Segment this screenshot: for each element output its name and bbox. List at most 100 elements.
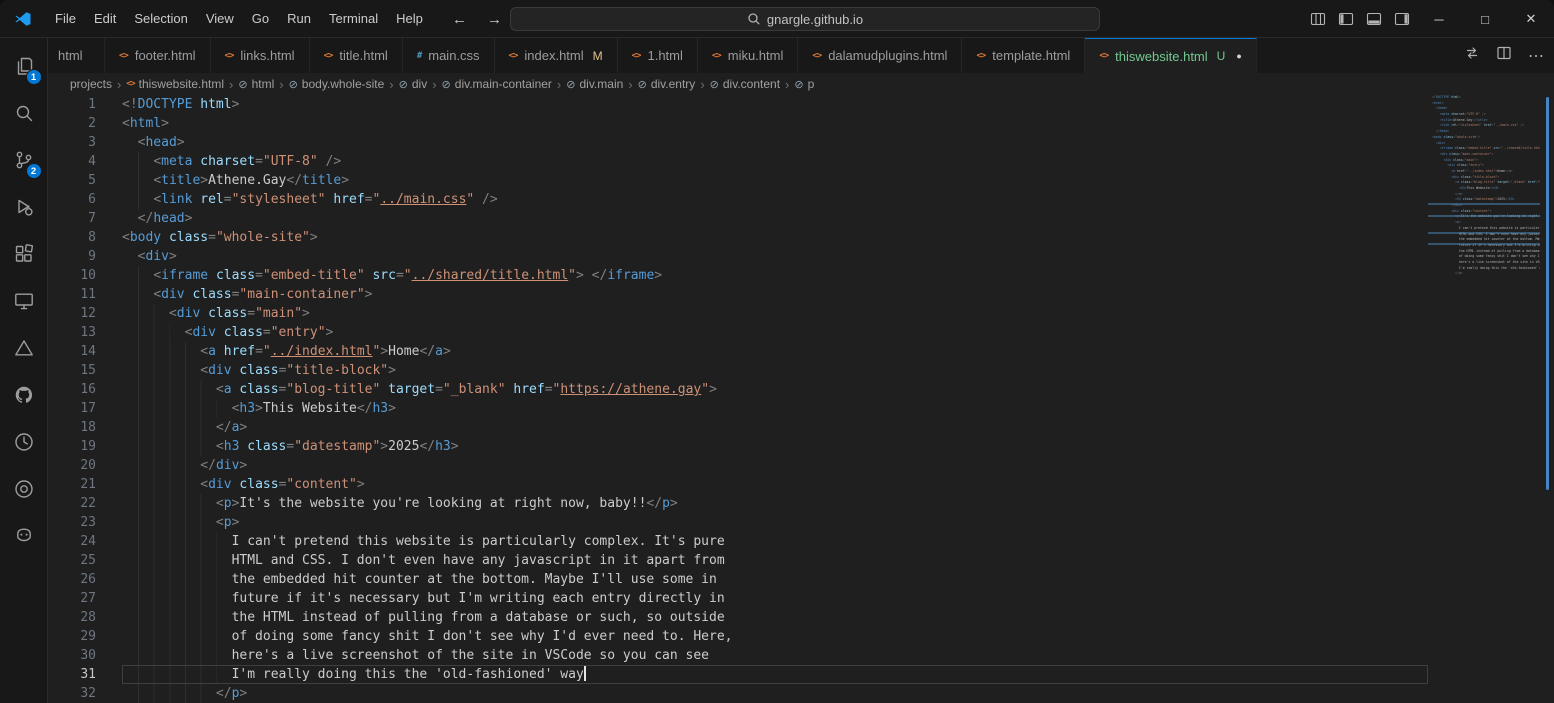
activity-source-control-icon[interactable]: 2 [0, 136, 48, 183]
tab-main.css[interactable]: #main.css [403, 38, 495, 73]
tab-title.html[interactable]: <>title.html [310, 38, 403, 73]
code-line-11[interactable]: <div class="main-container"> [122, 285, 1428, 304]
code-line-3[interactable]: <head> [122, 133, 1428, 152]
menu-help[interactable]: Help [387, 6, 432, 32]
code-line-27[interactable]: future if it's necessary but I'm writing… [122, 589, 1428, 608]
line-number[interactable]: 1 [48, 95, 122, 114]
tab-html[interactable]: html [48, 38, 105, 73]
editor[interactable]: 1234567891011121314151617181920212223242… [48, 95, 1554, 703]
line-number[interactable]: 23 [48, 513, 122, 532]
line-number[interactable]: 4 [48, 152, 122, 171]
code-line-12[interactable]: <div class="main"> [122, 304, 1428, 323]
close-button[interactable]: ✕ [1508, 0, 1554, 38]
code-line-8[interactable]: <body class="whole-site"> [122, 228, 1428, 247]
tab-links.html[interactable]: <>links.html [211, 38, 310, 73]
line-number[interactable]: 18 [48, 418, 122, 437]
activity-remote-explorer-icon[interactable] [0, 277, 48, 324]
activity-extensions-icon[interactable] [0, 230, 48, 277]
line-number[interactable]: 26 [48, 570, 122, 589]
breadcrumb-item-thiswebsite-html[interactable]: <>thiswebsite.html [126, 77, 224, 91]
breadcrumb-item-div-content[interactable]: ⊘div.content [710, 77, 780, 91]
line-number[interactable]: 6 [48, 190, 122, 209]
code-line-19[interactable]: <h3 class="datestamp">2025</h3> [122, 437, 1428, 456]
breadcrumb-item-div[interactable]: ⊘div [399, 77, 428, 91]
code-line-1[interactable]: <!DOCTYPE html> [122, 95, 1428, 114]
line-number[interactable]: 15 [48, 361, 122, 380]
menu-go[interactable]: Go [243, 6, 278, 32]
code-line-28[interactable]: the HTML instead of pulling from a datab… [122, 608, 1428, 627]
code-line-7[interactable]: </head> [122, 209, 1428, 228]
tab-thiswebsite.html[interactable]: <>thiswebsite.htmlU● [1085, 38, 1256, 73]
code-line-20[interactable]: </div> [122, 456, 1428, 475]
line-number[interactable]: 3 [48, 133, 122, 152]
split-editor-icon[interactable] [1496, 45, 1512, 66]
line-number[interactable]: 7 [48, 209, 122, 228]
line-number[interactable]: 9 [48, 247, 122, 266]
code-line-10[interactable]: <iframe class="embed-title" src="../shar… [122, 266, 1428, 285]
code-line-31[interactable]: I'm really doing this the 'old-fashioned… [122, 665, 1428, 684]
line-number[interactable]: 10 [48, 266, 122, 285]
line-number[interactable]: 21 [48, 475, 122, 494]
code-line-15[interactable]: <div class="title-block"> [122, 361, 1428, 380]
breadcrumb-item-div-entry[interactable]: ⊘div.entry [638, 77, 696, 91]
code-line-24[interactable]: I can't pretend this website is particul… [122, 532, 1428, 551]
tab-footer.html[interactable]: <>footer.html [105, 38, 211, 73]
line-number[interactable]: 29 [48, 627, 122, 646]
code-line-2[interactable]: <html> [122, 114, 1428, 133]
more-actions-icon[interactable]: ⋯ [1528, 46, 1544, 66]
tab-index.html[interactable]: <>index.htmlM [495, 38, 618, 73]
line-number[interactable]: 24 [48, 532, 122, 551]
code-area[interactable]: <!DOCTYPE html><html> <head> <meta chars… [122, 95, 1428, 703]
code-line-17[interactable]: <h3>This Website</h3> [122, 399, 1428, 418]
line-number[interactable]: 32 [48, 684, 122, 703]
line-number[interactable]: 5 [48, 171, 122, 190]
code-line-4[interactable]: <meta charset="UTF-8" /> [122, 152, 1428, 171]
maximize-button[interactable]: □ [1462, 0, 1508, 38]
code-line-26[interactable]: the embedded hit counter at the bottom. … [122, 570, 1428, 589]
line-number[interactable]: 19 [48, 437, 122, 456]
line-number[interactable]: 2 [48, 114, 122, 133]
breadcrumb-item-div-main[interactable]: ⊘div.main [566, 77, 623, 91]
activity-search-icon[interactable] [0, 89, 48, 136]
line-number[interactable]: 11 [48, 285, 122, 304]
menu-file[interactable]: File [46, 6, 85, 32]
line-number[interactable]: 31 [48, 665, 122, 684]
code-line-6[interactable]: <link rel="stylesheet" href="../main.css… [122, 190, 1428, 209]
tab-1.html[interactable]: <>1.html [618, 38, 698, 73]
breadcrumb-item-p[interactable]: ⊘p [794, 77, 814, 91]
open-changes-icon[interactable] [1464, 45, 1480, 66]
layout-columns-icon[interactable] [1304, 0, 1332, 38]
code-line-5[interactable]: <title>Athene.Gay</title> [122, 171, 1428, 190]
menu-run[interactable]: Run [278, 6, 320, 32]
tab-template.html[interactable]: <>template.html [962, 38, 1085, 73]
code-line-21[interactable]: <div class="content"> [122, 475, 1428, 494]
menu-selection[interactable]: Selection [125, 6, 196, 32]
code-line-23[interactable]: <p> [122, 513, 1428, 532]
breadcrumb-item-html[interactable]: ⊘html [238, 77, 274, 91]
line-number[interactable]: 13 [48, 323, 122, 342]
code-line-9[interactable]: <div> [122, 247, 1428, 266]
menu-edit[interactable]: Edit [85, 6, 125, 32]
back-icon[interactable]: ← [452, 11, 467, 28]
activity-run-and-debug-icon[interactable] [0, 183, 48, 230]
breadcrumb-item-body-whole-site[interactable]: ⊘body.whole-site [289, 77, 385, 91]
forward-icon[interactable]: → [487, 11, 502, 28]
activity-copilot-icon[interactable] [0, 512, 48, 559]
code-line-14[interactable]: <a href="../index.html">Home</a> [122, 342, 1428, 361]
line-number[interactable]: 27 [48, 589, 122, 608]
line-number[interactable]: 17 [48, 399, 122, 418]
line-number[interactable]: 12 [48, 304, 122, 323]
activity-clock-extension-icon[interactable] [0, 418, 48, 465]
minimap[interactable]: <!DOCTYPE html><html> <head> <meta chars… [1428, 95, 1540, 703]
line-number[interactable]: 8 [48, 228, 122, 247]
activity-github-icon[interactable] [0, 371, 48, 418]
tab-miku.html[interactable]: <>miku.html [698, 38, 798, 73]
code-line-22[interactable]: <p>It's the website you're looking at ri… [122, 494, 1428, 513]
code-line-13[interactable]: <div class="entry"> [122, 323, 1428, 342]
tab-dalamudplugins.html[interactable]: <>dalamudplugins.html [798, 38, 962, 73]
minimize-button[interactable]: ─ [1416, 0, 1462, 38]
line-number[interactable]: 28 [48, 608, 122, 627]
line-number[interactable]: 25 [48, 551, 122, 570]
code-line-16[interactable]: <a class="blog-title" target="_blank" hr… [122, 380, 1428, 399]
line-number[interactable]: 16 [48, 380, 122, 399]
